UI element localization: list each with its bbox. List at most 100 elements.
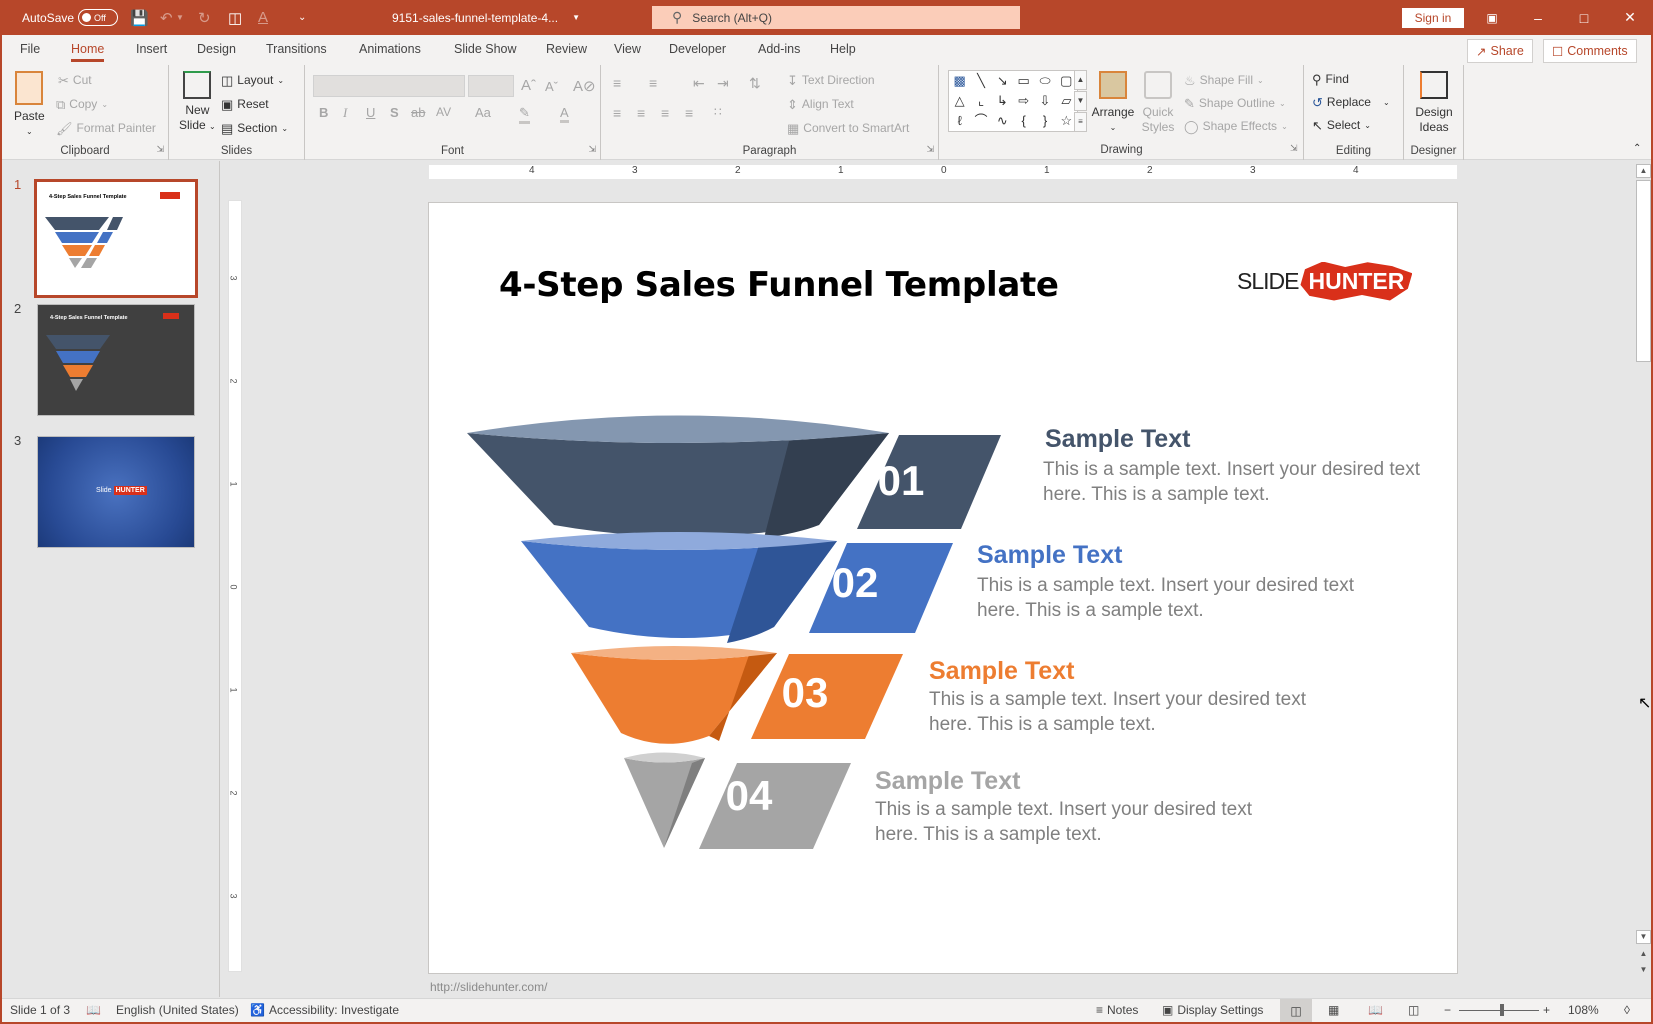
slide-thumbnail-3[interactable]: Slide HUNTER	[37, 436, 195, 548]
text-box-shape-icon[interactable]: ▩	[949, 71, 970, 91]
tab-add-ins[interactable]: Add-ins	[758, 42, 800, 56]
arrange-button[interactable]: Arrange ⌄	[1090, 71, 1136, 135]
zoom-slider-thumb[interactable]	[1500, 1004, 1505, 1016]
gallery-scroll-down-icon[interactable]: ▼	[1074, 91, 1087, 111]
step-badge-4[interactable]	[699, 763, 851, 849]
tab-file[interactable]: File	[20, 42, 40, 56]
fit-to-window-icon[interactable]: ◊	[1624, 1003, 1630, 1017]
tab-slide-show[interactable]: Slide Show	[454, 42, 517, 56]
highlight-color-icon[interactable]: ✎	[519, 105, 530, 124]
oval-shape-icon[interactable]: ⬭	[1034, 71, 1055, 91]
tab-home[interactable]: Home	[71, 42, 105, 62]
step-1-body[interactable]: This is a sample text. Insert your desir…	[1043, 457, 1423, 507]
spell-check-icon[interactable]: 📖	[86, 1003, 101, 1017]
elbow-connector-shape-icon[interactable]: ⌞	[970, 91, 991, 111]
line-shape-icon[interactable]: ╲	[970, 71, 991, 91]
slide-sorter-icon[interactable]: ▦	[1328, 1003, 1339, 1017]
increase-font-size-icon[interactable]: Aˆ	[521, 77, 536, 94]
dialog-launcher-icon[interactable]: ⇲	[156, 144, 164, 155]
triangle-shape-icon[interactable]: △	[949, 91, 970, 111]
decrease-indent-icon[interactable]: ⇤	[693, 75, 705, 92]
scrollbar-thumb[interactable]	[1636, 180, 1651, 362]
step-4-title[interactable]: Sample Text	[875, 767, 1020, 796]
bullets-icon[interactable]: ≡	[613, 75, 621, 91]
clear-formatting-icon[interactable]: A⊘	[573, 77, 596, 95]
right-brace-shape-icon[interactable]: }	[1034, 111, 1055, 131]
notes-button[interactable]: ≡ Notes	[1096, 1003, 1138, 1017]
font-name-combo[interactable]	[313, 75, 465, 97]
change-case-button[interactable]: Aa	[475, 105, 491, 120]
tab-animations[interactable]: Animations	[359, 42, 421, 56]
save-icon[interactable]: 💾	[130, 0, 149, 35]
tab-insert[interactable]: Insert	[136, 42, 167, 56]
notes-placeholder-url[interactable]: http://slidehunter.com/	[430, 980, 547, 994]
slide-thumbnail-2[interactable]: 4-Step Sales Funnel Template	[37, 304, 195, 416]
elbow-arrow-shape-icon[interactable]: ↳	[992, 91, 1013, 111]
strikethrough-button[interactable]: ab	[411, 105, 425, 120]
copy-button[interactable]: ⧉ Copy ⌄	[56, 97, 108, 111]
accessibility-button[interactable]: ♿ Accessibility: Investigate	[250, 1003, 399, 1017]
tab-developer[interactable]: Developer	[669, 42, 726, 56]
dialog-launcher-icon[interactable]: ⇲	[926, 144, 934, 155]
present-from-beginning-icon[interactable]: ◫	[228, 0, 242, 35]
vertical-scrollbar[interactable]: ▲ ▼ ▲ ▼	[1636, 164, 1651, 974]
display-settings-button[interactable]: ▣ Display Settings	[1162, 1003, 1263, 1017]
dialog-launcher-icon[interactable]: ⇲	[1290, 143, 1298, 154]
align-right-icon[interactable]: ≡	[661, 105, 669, 121]
shape-effects-button[interactable]: ◯ Shape Effects ⌄	[1184, 119, 1288, 133]
zoom-slider[interactable]	[1459, 1010, 1539, 1011]
collapse-ribbon-icon[interactable]: ⌃	[1633, 143, 1641, 154]
step-2-title[interactable]: Sample Text	[977, 541, 1122, 570]
find-button[interactable]: ⚲ Find	[1312, 72, 1349, 86]
tab-help[interactable]: Help	[830, 42, 856, 56]
slide-show-icon[interactable]: ◫	[1408, 1003, 1419, 1017]
zoom-out-icon[interactable]: −	[1444, 1003, 1451, 1017]
replace-button[interactable]: ↺ Replace ⌄	[1312, 95, 1390, 109]
search-input[interactable]: ⚲ Search (Alt+Q)	[652, 6, 1020, 29]
scroll-up-icon[interactable]: ▲	[1636, 164, 1651, 178]
undo-dropdown-icon[interactable]: ▼	[176, 0, 184, 35]
align-center-icon[interactable]: ≡	[637, 105, 645, 121]
step-badge-2[interactable]	[809, 543, 953, 633]
zoom-in-icon[interactable]: +	[1543, 1003, 1550, 1017]
step-2-body[interactable]: This is a sample text. Insert your desir…	[977, 573, 1357, 623]
design-ideas-button[interactable]: Design Ideas	[1412, 71, 1456, 135]
zoom-level[interactable]: 108%	[1568, 1003, 1599, 1017]
comments-button[interactable]: ☐ Comments	[1543, 39, 1637, 63]
shadow-button[interactable]: S	[390, 105, 399, 120]
arc-shape-icon[interactable]: ⌒	[970, 111, 991, 131]
minimize-icon[interactable]: –	[1515, 0, 1561, 35]
quick-styles-button[interactable]: Quick Styles	[1138, 71, 1178, 135]
sign-in-button[interactable]: Sign in	[1402, 8, 1464, 28]
step-1-title[interactable]: Sample Text	[1045, 425, 1190, 454]
gallery-scroll-up-icon[interactable]: ▲	[1074, 70, 1087, 90]
reset-button[interactable]: ▣ Reset	[221, 97, 269, 111]
share-button[interactable]: ↗ Share	[1467, 39, 1533, 63]
right-arrow-shape-icon[interactable]: ⇨	[1013, 91, 1034, 111]
shape-outline-button[interactable]: ✎ Shape Outline ⌄	[1184, 96, 1286, 110]
font-color-icon[interactable]: A	[560, 105, 569, 123]
curve-shape-icon[interactable]: ∿	[992, 111, 1013, 131]
underline-button[interactable]: U	[366, 105, 375, 120]
text-direction-button[interactable]: ↧ Text Direction	[787, 73, 875, 87]
font-color-icon[interactable]: A	[258, 0, 268, 35]
step-3-body[interactable]: This is a sample text. Insert your desir…	[929, 687, 1309, 737]
new-slide-button[interactable]: New Slide ⌄	[179, 71, 216, 134]
arrow-line-shape-icon[interactable]: ↘	[992, 71, 1013, 91]
increase-indent-icon[interactable]: ⇥	[717, 75, 729, 92]
slide-thumbnail-1[interactable]: 4-Step Sales Funnel Template	[34, 179, 198, 298]
step-3-title[interactable]: Sample Text	[929, 657, 1074, 686]
paste-button[interactable]: Paste ⌄	[14, 71, 45, 139]
font-size-combo[interactable]	[468, 75, 514, 97]
maximize-icon[interactable]: □	[1561, 0, 1607, 35]
document-title[interactable]: 9151-sales-funnel-template-4... ▼	[392, 0, 580, 35]
character-spacing-button[interactable]: AV	[436, 105, 451, 119]
convert-smartart-button[interactable]: ▦ Convert to SmartArt	[787, 121, 909, 135]
previous-slide-icon[interactable]: ▲	[1636, 948, 1651, 962]
columns-icon[interactable]: ∷	[714, 105, 722, 119]
customize-qat-icon[interactable]: ⌄	[298, 0, 306, 35]
undo-icon[interactable]: ↶	[160, 0, 173, 35]
tab-view[interactable]: View	[614, 42, 641, 56]
gallery-more-icon[interactable]: ≡	[1074, 112, 1087, 132]
italic-button[interactable]: I	[343, 105, 347, 121]
